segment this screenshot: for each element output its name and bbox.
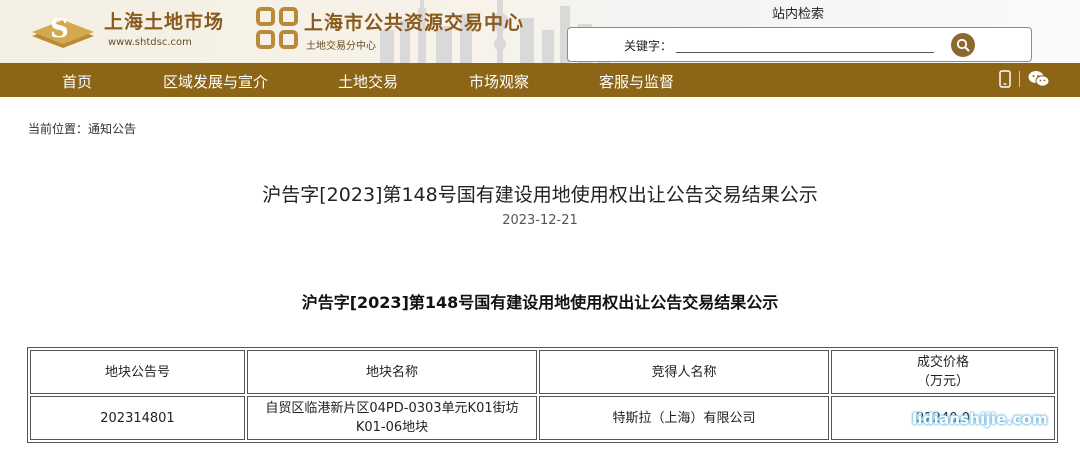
watermark-text: lidianshijie.com (912, 410, 1048, 428)
cell-winner: 特斯拉（上海）有限公司 (539, 396, 829, 440)
site-header: S 上海土地市场 www.shtdsc.com 上海市公共资源交易中心 土地交易… (0, 0, 1080, 63)
shtdsc-logo: S (32, 14, 94, 48)
keyword-label: 关键字： (624, 39, 673, 53)
header-plot-name: 地块名称 (247, 350, 537, 394)
header-price-label: 成交价格 (916, 355, 969, 370)
nav-home[interactable]: 首页 (62, 71, 92, 92)
breadcrumb-prefix: 当前位置： (28, 122, 89, 136)
results-table: 地块公告号 地块名称 竞得人名称 成交价格 （万元） 202314801 自贸区… (27, 347, 1058, 443)
cell-plot-name-line1: 自贸区临港新片区04PD-0303单元K01街坊 (265, 401, 519, 416)
search-title: 站内检索 (772, 7, 825, 22)
search-box: 关键字： (567, 27, 1032, 62)
brand-subtitle: 土地交易分中心 (306, 41, 376, 52)
resource-center-logo (256, 7, 298, 49)
table-header-row: 地块公告号 地块名称 竞得人名称 成交价格 （万元） (30, 350, 1055, 394)
keyword-input[interactable] (676, 37, 934, 53)
cell-plot-name-line2: K01-06地块 (355, 420, 429, 435)
mobile-icon[interactable] (999, 70, 1011, 88)
header-price-unit: （万元） (916, 374, 969, 389)
breadcrumb-notices-link[interactable]: 通知公告 (88, 122, 136, 136)
wechat-icon[interactable] (1028, 70, 1050, 88)
cell-plot-name: 自贸区临港新片区04PD-0303单元K01街坊 K01-06地块 (247, 396, 537, 440)
brand-url: www.shtdsc.com (108, 37, 192, 48)
main-nav: 首页 区域发展与宣介 土地交易 市场观察 客服与监督 (0, 63, 1080, 97)
nav-regional-development[interactable]: 区域发展与宣介 (163, 71, 268, 92)
brand-name-resource-center: 上海市公共资源交易中心 (304, 12, 525, 34)
nav-land-trading[interactable]: 土地交易 (338, 71, 398, 92)
breadcrumb: 当前位置：通知公告 (28, 120, 136, 137)
cell-notice-no: 202314801 (30, 396, 245, 440)
svg-text:S: S (50, 14, 69, 44)
nav-separator (1019, 71, 1020, 87)
header-price: 成交价格 （万元） (831, 350, 1055, 394)
page-title: 沪告字[2023]第148号国有建设用地使用权出让公告交易结果公示 (262, 184, 818, 206)
content-title: 沪告字[2023]第148号国有建设用地使用权出让公告交易结果公示 (301, 293, 779, 312)
nav-icons (999, 70, 1050, 88)
table-row: 202314801 自贸区临港新片区04PD-0303单元K01街坊 K01-0… (30, 396, 1055, 440)
header-winner: 竞得人名称 (539, 350, 829, 394)
nav-customer-service[interactable]: 客服与监督 (599, 71, 674, 92)
search-button[interactable] (951, 33, 975, 57)
publish-date: 2023-12-21 (502, 213, 578, 228)
nav-market-observation[interactable]: 市场观察 (469, 71, 529, 92)
header-notice-no: 地块公告号 (30, 350, 245, 394)
search-icon (956, 38, 970, 52)
brand-name-shtdsc: 上海土地市场 (104, 11, 225, 33)
